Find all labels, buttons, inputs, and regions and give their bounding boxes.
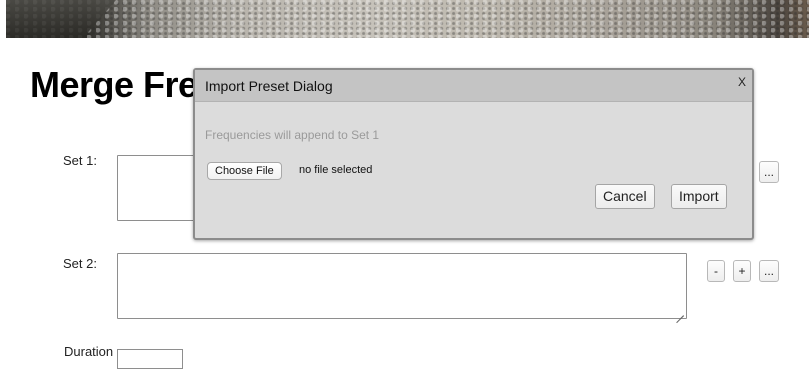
set2-more-button[interactable]: ... [759,260,780,282]
choose-file-button[interactable]: Choose File [207,162,282,180]
dialog-note: Frequencies will append to Set 1 [205,128,380,142]
cancel-button[interactable]: Cancel [595,184,655,209]
set2-add-button[interactable]: + [733,260,751,282]
duration-field[interactable] [117,349,183,369]
set1-label: Set 1: [63,153,97,168]
set1-more-button[interactable]: ... [759,161,780,183]
header-image [6,0,809,38]
resize-grip-icon[interactable] [676,308,684,316]
close-icon[interactable]: X [738,75,746,89]
dialog-title: Import Preset Dialog [205,78,333,94]
file-status: no file selected [299,164,373,176]
set2-textarea[interactable] [117,253,687,319]
import-button[interactable]: Import [671,184,727,209]
import-preset-dialog: Import Preset Dialog X Frequencies will … [193,68,754,240]
dialog-header: Import Preset Dialog X [195,70,752,102]
set2-remove-button[interactable]: - [707,260,725,282]
duration-label: Duration [64,344,114,359]
set2-label: Set 2: [63,256,97,271]
